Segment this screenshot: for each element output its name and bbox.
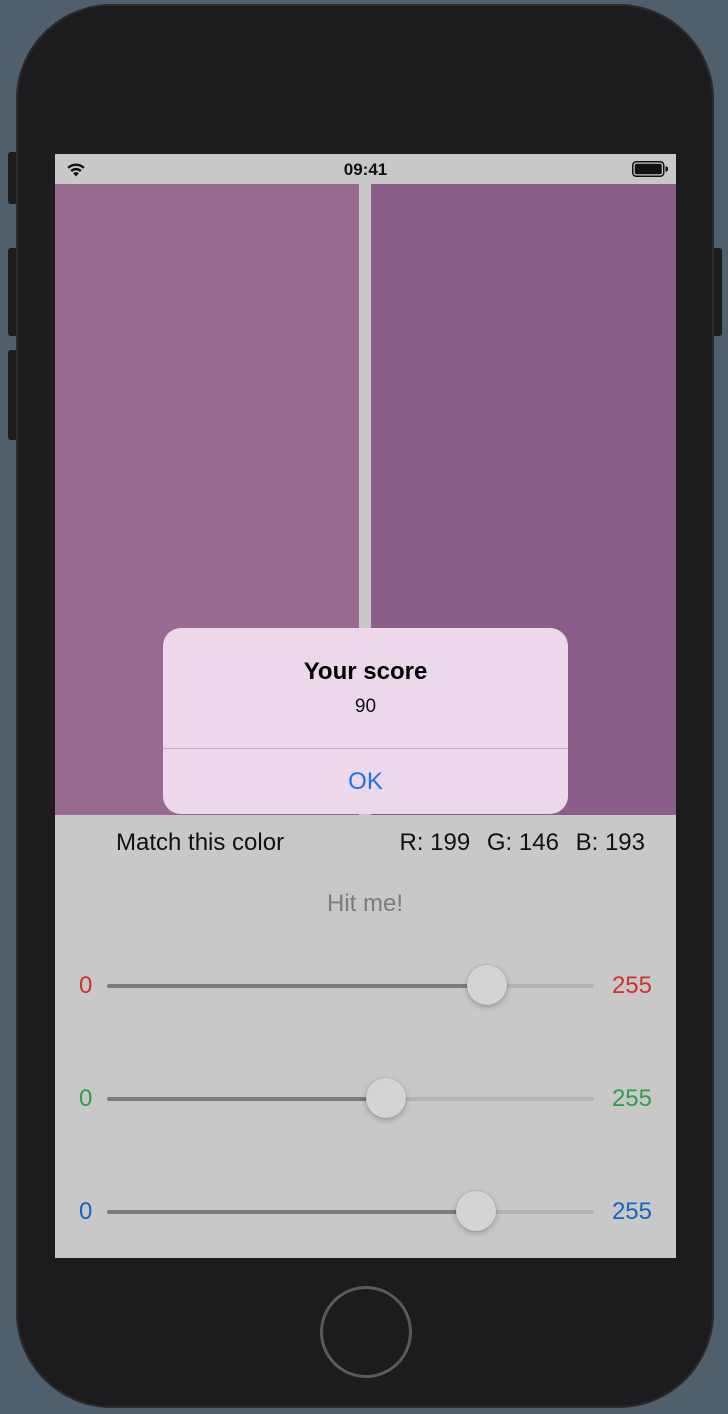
green-slider-row: 0 255 [55, 1073, 676, 1123]
green-slider[interactable] [107, 1078, 594, 1118]
hit-me-button[interactable]: Hit me! [265, 884, 465, 924]
battery-icon [632, 161, 668, 177]
red-min-label: 0 [79, 972, 93, 999]
home-button[interactable] [320, 1286, 412, 1378]
red-slider-fill [107, 984, 487, 988]
green-min-label: 0 [79, 1085, 93, 1112]
app-screen: 09:41 Match this color R: 199 G: 146 B: … [55, 154, 676, 1258]
info-row: Match this color R: 199 G: 146 B: 193 [55, 815, 676, 871]
match-color-label: Match this color [116, 829, 285, 856]
status-bar: 09:41 [55, 154, 676, 184]
red-slider-row: 0 255 [55, 960, 676, 1010]
blue-max-label: 255 [611, 1198, 652, 1225]
red-value-text: R: 199 [399, 829, 471, 856]
red-slider[interactable] [107, 965, 594, 1005]
blue-slider[interactable] [107, 1191, 594, 1231]
blue-slider-fill [107, 1210, 476, 1214]
green-value-text: G: 146 [486, 829, 559, 856]
green-slider-fill [107, 1097, 386, 1101]
blue-min-label: 0 [79, 1198, 93, 1225]
red-slider-thumb[interactable] [467, 965, 507, 1005]
alert-title: Your score [303, 658, 428, 685]
red-max-label: 255 [611, 972, 652, 999]
green-slider-thumb[interactable] [366, 1078, 406, 1118]
green-max-label: 255 [611, 1085, 652, 1112]
status-time: 09:41 [343, 160, 388, 179]
blue-slider-thumb[interactable] [456, 1191, 496, 1231]
alert-ok-button[interactable]: OK [163, 749, 568, 814]
alert-message: 90 [354, 696, 377, 717]
rgb-readout: R: 199 G: 146 B: 193 [400, 829, 646, 857]
score-alert: Your score 90 OK [163, 628, 568, 814]
blue-value-text: B: 193 [575, 829, 645, 856]
blue-slider-row: 0 255 [55, 1186, 676, 1236]
